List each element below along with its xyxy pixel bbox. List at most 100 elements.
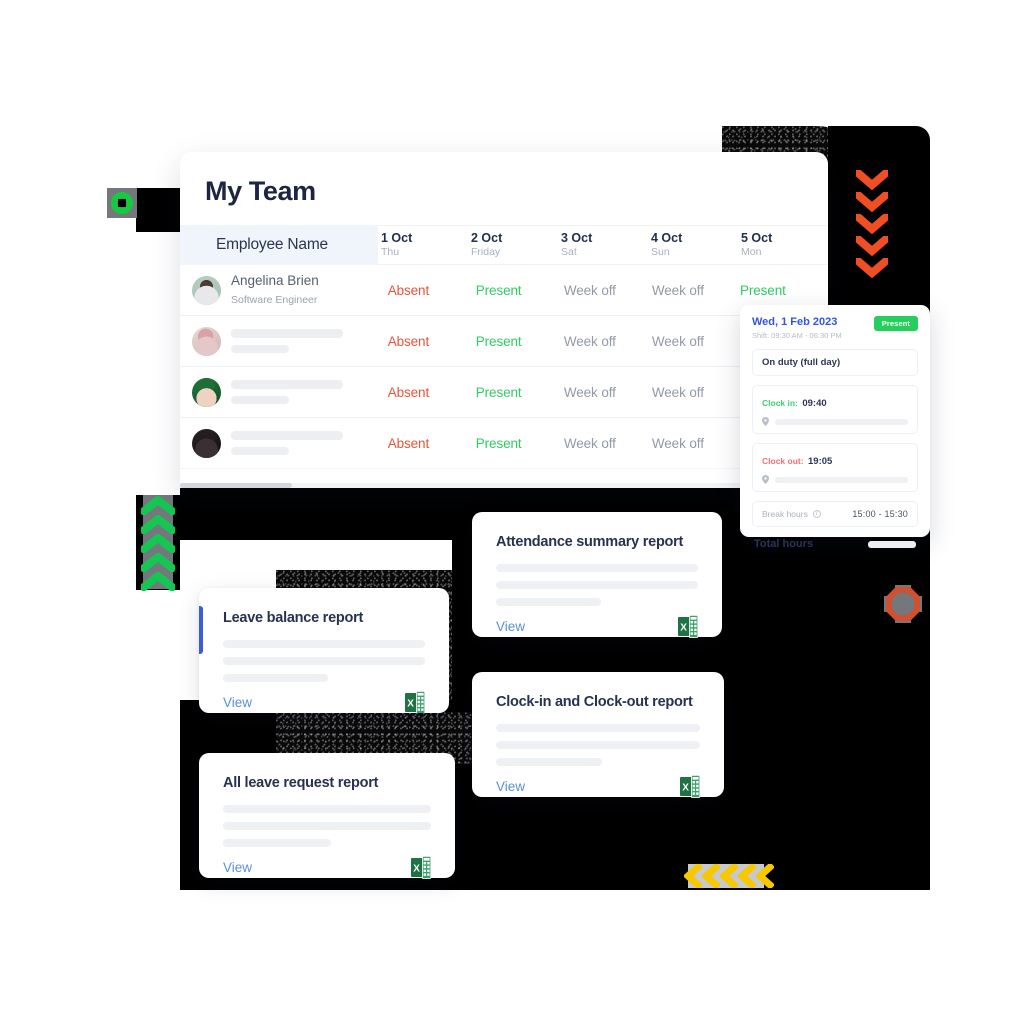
column-header-date[interactable]: 3 Oct Sat [558, 225, 648, 265]
attendance-cell[interactable]: Present [740, 283, 828, 298]
excel-icon[interactable]: X [411, 856, 431, 879]
horizontal-scrollbar[interactable] [180, 483, 828, 488]
table-row[interactable]: Absent Present Week off Week off [180, 418, 828, 469]
attendance-cell[interactable]: Absent [388, 385, 476, 400]
clock-out-location-row [762, 475, 908, 485]
weekday-label: Friday [471, 245, 501, 258]
attendance-cell[interactable]: Week off [564, 334, 652, 349]
table-row[interactable]: Angelina Brien Software Engineer Absent … [180, 265, 828, 316]
map-pin-icon [762, 417, 769, 427]
attendance-cell[interactable]: Present [476, 385, 564, 400]
view-link[interactable]: View [223, 860, 252, 875]
total-hours-label: Total hours [754, 538, 814, 551]
excel-icon[interactable]: X [405, 691, 425, 713]
octagon-ring-icon [886, 587, 920, 621]
detail-date-block: Wed, 1 Feb 2023 Shift: 09:30 AM - 06:30 … [752, 316, 842, 340]
view-link[interactable]: View [496, 779, 525, 794]
attendance-cell[interactable]: Absent [388, 436, 476, 451]
report-description-skeleton [223, 640, 425, 682]
attendance-cell[interactable]: Week off [652, 283, 740, 298]
avatar [192, 377, 221, 407]
clock-in-location-row [762, 417, 908, 427]
excel-icon[interactable]: X [680, 775, 700, 798]
clock-out-time: 19:05 [808, 456, 833, 468]
info-icon[interactable]: i [812, 510, 821, 519]
employee-name-skeleton [231, 380, 343, 389]
report-card-attendance-summary[interactable]: Attendance summary report View X [472, 512, 722, 638]
chevron-down-icon [856, 192, 888, 213]
date-label: 4 Oct [651, 231, 683, 246]
break-hours-label: Break hours [762, 509, 808, 520]
column-header-date[interactable]: 1 Oct Thu [378, 225, 468, 265]
logo-mark [107, 188, 137, 218]
attendance-cell[interactable]: Week off [564, 436, 652, 451]
skeleton-line [496, 564, 698, 572]
detail-shift: Shift: 09:30 AM - 06:30 PM [752, 331, 842, 341]
svg-text:X: X [680, 622, 687, 633]
weekday-label: Sun [651, 245, 670, 258]
attendance-cell[interactable]: Week off [652, 436, 740, 451]
report-footer: View X [223, 691, 425, 713]
attendance-cell[interactable]: Absent [388, 334, 476, 349]
break-separator: - [878, 509, 882, 520]
report-card-all-leave-request[interactable]: All leave request report View X [199, 753, 455, 879]
employee-role-skeleton [231, 396, 289, 404]
break-hours-range: 15:00 - 15:30 [852, 509, 908, 519]
column-header-date[interactable]: 4 Oct Sun [648, 225, 738, 265]
date-column-group: 1 Oct Thu 2 Oct Friday 3 Oct Sat 4 Oct S… [378, 225, 828, 265]
attendance-cell[interactable]: Present [476, 283, 564, 298]
skeleton-line [496, 758, 603, 766]
detail-header: Wed, 1 Feb 2023 Shift: 09:30 AM - 06:30 … [752, 316, 918, 340]
date-label: 5 Oct [741, 231, 773, 246]
excel-icon[interactable]: X [678, 615, 698, 638]
chevron-left-icon [684, 864, 702, 888]
duty-box: On duty (full day) [752, 349, 918, 377]
report-description-skeleton [496, 724, 700, 766]
date-label: 3 Oct [561, 231, 593, 246]
view-link[interactable]: View [223, 695, 252, 710]
my-team-table-card: My Team Employee Name 1 Oct Thu 2 Oct Fr… [180, 152, 828, 488]
employee-cell [180, 377, 388, 407]
break-hours-box: Break hours i 15:00 - 15:30 [752, 501, 918, 528]
column-header-employee-name[interactable]: Employee Name [180, 225, 378, 265]
attendance-cell[interactable]: Present [476, 436, 564, 451]
employee-name-skeleton [231, 431, 343, 440]
weekday-label: Mon [741, 245, 762, 258]
logo-center-square [118, 199, 126, 207]
table-row[interactable]: Absent Present Week off Week off [180, 316, 828, 367]
skeleton-line [223, 839, 332, 847]
chevron-down-icon [856, 258, 888, 279]
employee-name-skeleton [231, 329, 343, 338]
column-header-date[interactable]: 5 Oct Mon [738, 225, 828, 265]
attendance-cell[interactable]: Week off [564, 385, 652, 400]
report-description-skeleton [223, 805, 431, 847]
scrollbar-thumb[interactable] [180, 483, 292, 488]
clock-out-label: Clock out: [762, 456, 804, 467]
employee-role: Software Engineer [231, 294, 318, 306]
chevron-down-icon [856, 236, 888, 257]
status-badge: Present [873, 316, 918, 331]
table-row[interactable]: Absent Present Week off Week off [180, 367, 828, 418]
attendance-detail-card: Wed, 1 Feb 2023 Shift: 09:30 AM - 06:30 … [740, 305, 930, 550]
report-title: Attendance summary report [496, 534, 684, 550]
report-card-leave-balance[interactable]: Leave balance report View X [199, 588, 449, 713]
attendance-cell[interactable]: Week off [652, 385, 740, 400]
skeleton-line [496, 724, 700, 732]
break-start: 15:00 [852, 509, 876, 520]
column-header-date[interactable]: 2 Oct Friday [468, 225, 558, 265]
report-card-clock-in-out[interactable]: Clock-in and Clock-out report View X [472, 672, 724, 798]
left-chevron-stack [684, 864, 774, 888]
break-end: 15:30 [884, 509, 908, 520]
attendance-cell[interactable]: Absent [388, 283, 476, 298]
avatar [192, 275, 221, 305]
skeleton-line [496, 741, 700, 749]
date-label: 2 Oct [471, 231, 503, 246]
date-label: 1 Oct [381, 231, 413, 246]
attendance-cell[interactable]: Week off [564, 283, 652, 298]
employee-cell: Angelina Brien Software Engineer [180, 272, 388, 308]
view-link[interactable]: View [496, 619, 525, 634]
chevron-left-icon [756, 864, 774, 888]
attendance-cell[interactable]: Week off [652, 334, 740, 349]
down-chevron-stack [856, 170, 888, 280]
attendance-cell[interactable]: Present [476, 334, 564, 349]
